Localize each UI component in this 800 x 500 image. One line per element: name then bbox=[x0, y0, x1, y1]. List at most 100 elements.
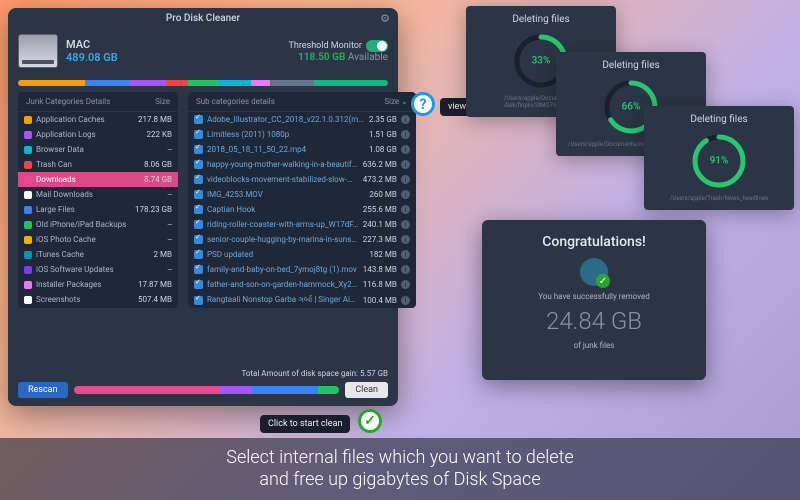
clean-callout-icon: ✓ bbox=[358, 409, 382, 433]
file-size: 143.8 MB bbox=[363, 265, 397, 274]
category-color-icon bbox=[24, 161, 32, 169]
file-row[interactable]: family-and-baby-on-bed_7ymoj8tg (1).mov 1… bbox=[188, 262, 416, 277]
file-checkbox[interactable] bbox=[194, 250, 203, 259]
deleting-card: Deleting files 91% /Users/apple/Trash/Ne… bbox=[644, 106, 794, 210]
category-row[interactable]: Screenshots507.4 MB bbox=[18, 292, 178, 307]
category-color-icon bbox=[24, 251, 32, 259]
total-gain: Total Amount of disk space gain: 5.57 GB bbox=[18, 369, 388, 378]
file-checkbox[interactable] bbox=[194, 175, 203, 184]
file-info-icon[interactable]: i bbox=[401, 145, 410, 154]
category-row[interactable]: iOS Photo Cache-- bbox=[18, 232, 178, 247]
file-row[interactable]: senior-couple-hugging-by-marina-in-sunse… bbox=[188, 232, 416, 247]
threshold-monitor[interactable]: Threshold Monitor bbox=[289, 40, 389, 52]
file-info-icon[interactable]: i bbox=[401, 130, 410, 139]
file-checkbox[interactable] bbox=[194, 115, 203, 124]
file-info-icon[interactable]: i bbox=[401, 115, 410, 124]
titlebar: Pro Disk Cleaner ⚙ bbox=[8, 8, 398, 28]
settings-icon[interactable]: ⚙ bbox=[380, 12, 390, 25]
category-color-icon bbox=[24, 266, 32, 274]
file-checkbox[interactable] bbox=[194, 296, 203, 305]
category-row[interactable]: Trash Can8.06 GB bbox=[18, 157, 178, 172]
category-row[interactable]: Installer Packages17.87 MB bbox=[18, 277, 178, 292]
category-row[interactable]: Browser Data-- bbox=[18, 142, 178, 157]
category-row[interactable]: Downloads8.74 GB bbox=[18, 172, 178, 187]
category-color-icon bbox=[24, 281, 32, 289]
file-checkbox[interactable] bbox=[194, 190, 203, 199]
file-checkbox[interactable] bbox=[194, 130, 203, 139]
category-row[interactable]: iTunes Cache2 MB bbox=[18, 247, 178, 262]
category-name: iTunes Cache bbox=[36, 250, 150, 259]
file-row[interactable]: Limitless (2011) 1080p 1.51 GB i bbox=[188, 127, 416, 142]
file-row[interactable]: father-and-son-on-garden-hammock_Xy2bJh…… bbox=[188, 277, 416, 292]
disk-icon bbox=[18, 34, 58, 68]
congrats-title: Congratulations! bbox=[496, 234, 692, 250]
junk-head-size: Size bbox=[155, 97, 170, 106]
file-info-icon[interactable]: i bbox=[401, 220, 410, 229]
file-size: 1.08 GB bbox=[369, 145, 397, 154]
category-row[interactable]: Application Caches217.8 MB bbox=[18, 112, 178, 127]
file-name: Adobe_Illustrator_CC_2018_v22.1.0.312(ma… bbox=[207, 115, 365, 124]
file-row[interactable]: IMG_4253.MOV260 MBi bbox=[188, 187, 416, 202]
file-row[interactable]: 2018_05_18_11_50_22.mp41.08 GBi bbox=[188, 142, 416, 157]
file-name: PSD updated bbox=[207, 250, 365, 259]
file-info-icon[interactable]: i bbox=[401, 265, 410, 274]
category-name: Mail Downloads bbox=[36, 190, 164, 199]
storage-bar bbox=[18, 80, 388, 86]
window-title: Pro Disk Cleaner bbox=[166, 13, 240, 24]
category-row[interactable]: Application Logs222 KB bbox=[18, 127, 178, 142]
file-name: senior-couple-hugging-by-marina-in-sunse… bbox=[207, 235, 359, 244]
rescan-button[interactable]: Rescan bbox=[18, 382, 68, 398]
congrats-value: 24.84 GB bbox=[496, 307, 692, 335]
file-size: 116.8 MB bbox=[363, 280, 397, 289]
progress-ring: 91% bbox=[689, 131, 749, 191]
info-callout-icon: ? bbox=[411, 92, 435, 116]
file-row[interactable]: happy-young-mother-walking-in-a-beautifu… bbox=[188, 157, 416, 172]
file-info-icon[interactable]: i bbox=[401, 250, 410, 259]
category-row[interactable]: Large Files178.23 GB bbox=[18, 202, 178, 217]
category-name: Installer Packages bbox=[36, 280, 134, 289]
file-row[interactable]: Captian Hook255.6 MBi bbox=[188, 202, 416, 217]
file-info-icon[interactable]: i bbox=[401, 296, 410, 305]
file-name: Limitless (2011) 1080p bbox=[207, 130, 365, 139]
file-name: family-and-baby-on-bed_7ymoj8tg (1).mov bbox=[207, 265, 359, 274]
progress-percent: 91% bbox=[710, 156, 729, 167]
gain-bar bbox=[74, 386, 340, 394]
clean-button[interactable]: Clean bbox=[345, 382, 388, 398]
category-name: Large Files bbox=[36, 205, 131, 214]
file-info-icon[interactable]: i bbox=[401, 280, 410, 289]
progress-percent: 33% bbox=[532, 56, 551, 67]
file-row[interactable]: Rangtaali Nonstop Garba ગર્બા | Singer A… bbox=[188, 292, 416, 308]
file-info-icon[interactable]: i bbox=[401, 205, 410, 214]
file-checkbox[interactable] bbox=[194, 160, 203, 169]
file-checkbox[interactable] bbox=[194, 220, 203, 229]
file-checkbox[interactable] bbox=[194, 280, 203, 289]
file-row[interactable]: videoblocks-movement-stabilized-slow-mot… bbox=[188, 172, 416, 187]
file-row[interactable]: Adobe_Illustrator_CC_2018_v22.1.0.312(ma… bbox=[188, 112, 416, 127]
main-window: Pro Disk Cleaner ⚙ MAC 489.08 GB Thresho… bbox=[8, 8, 398, 406]
click-to-clean-callout: Click to start clean bbox=[260, 415, 350, 433]
subcategories-panel: Sub categories details Size ⌄ Adobe_Illu… bbox=[188, 92, 416, 308]
file-checkbox[interactable] bbox=[194, 205, 203, 214]
file-row[interactable]: riding-roller-coaster-with-arms-up_W17dF… bbox=[188, 217, 416, 232]
category-row[interactable]: Mail Downloads-- bbox=[18, 187, 178, 202]
file-size: 100.4 MB bbox=[363, 296, 397, 305]
file-info-icon[interactable]: i bbox=[401, 190, 410, 199]
file-checkbox[interactable] bbox=[194, 235, 203, 244]
category-name: Application Logs bbox=[36, 130, 143, 139]
file-info-icon[interactable]: i bbox=[401, 235, 410, 244]
file-checkbox[interactable] bbox=[194, 145, 203, 154]
category-row[interactable]: Old iPhone/iPad Backups-- bbox=[18, 217, 178, 232]
file-row[interactable]: PSD updated 182 MB i bbox=[188, 247, 416, 262]
threshold-toggle[interactable] bbox=[366, 40, 388, 52]
file-info-icon[interactable]: i bbox=[401, 175, 410, 184]
file-info-icon[interactable]: i bbox=[401, 160, 410, 169]
category-row[interactable]: iOS Software Updates-- bbox=[18, 262, 178, 277]
file-checkbox[interactable] bbox=[194, 265, 203, 274]
category-size: 507.4 MB bbox=[138, 295, 172, 304]
sub-head-size[interactable]: Size ⌄ bbox=[384, 97, 408, 106]
deleting-title: Deleting files bbox=[656, 114, 782, 125]
category-color-icon bbox=[24, 191, 32, 199]
file-name: IMG_4253.MOV bbox=[207, 190, 365, 199]
file-size: 182 MB bbox=[369, 250, 396, 259]
file-size: 1.51 GB bbox=[369, 130, 397, 139]
